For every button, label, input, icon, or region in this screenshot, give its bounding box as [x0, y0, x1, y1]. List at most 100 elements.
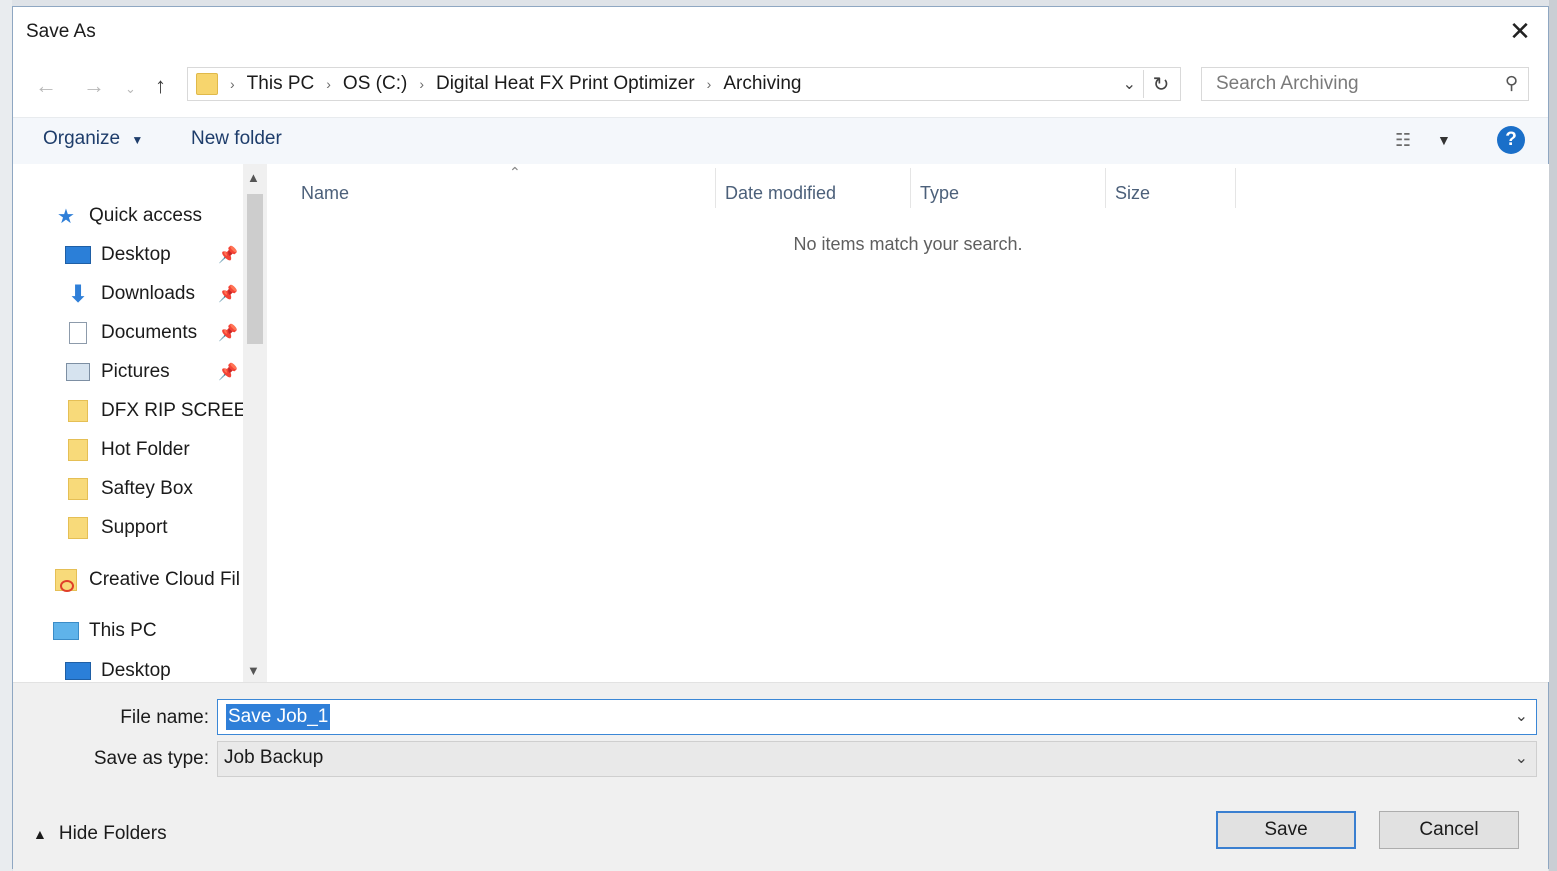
- sidebar-item-label: Saftey Box: [101, 478, 193, 499]
- column-header-size[interactable]: Size: [1115, 174, 1150, 212]
- folder-icon: [68, 439, 88, 461]
- download-icon: ⬇: [67, 280, 89, 308]
- save-options-panel: File name: Save Job_1 ⌄ Save as type: Jo…: [13, 682, 1548, 871]
- column-divider[interactable]: [715, 168, 716, 208]
- save-as-type-label: Save as type:: [93, 748, 209, 769]
- chevron-down-icon[interactable]: ⌄: [1515, 748, 1528, 768]
- pin-icon[interactable]: 📌: [218, 284, 238, 304]
- sidebar-item-desktop[interactable]: Desktop: [65, 239, 171, 271]
- recent-locations-chevron-icon[interactable]: ⌄: [125, 81, 136, 97]
- pin-icon[interactable]: 📌: [218, 245, 238, 265]
- hide-folders-button[interactable]: ▲ Hide Folders: [33, 823, 167, 845]
- forward-arrow-icon[interactable]: →: [83, 73, 105, 99]
- save-as-type-value: Job Backup: [224, 747, 324, 768]
- refresh-icon[interactable]: ↻: [1143, 70, 1178, 98]
- dialog-title: Save As: [26, 21, 96, 42]
- navigation-pane: ★ Quick access Desktop 📌 ⬇ Downloads 📌 D…: [13, 164, 267, 682]
- empty-results-message: No items match your search.: [793, 234, 1023, 254]
- caret-down-icon[interactable]: ▼: [1437, 132, 1451, 148]
- breadcrumb-digital-heat[interactable]: Digital Heat FX Print Optimizer: [436, 73, 695, 95]
- column-header-name[interactable]: Name: [301, 174, 349, 212]
- sort-ascending-icon: ⌃: [509, 164, 521, 180]
- organize-label: Organize: [43, 128, 121, 149]
- pin-icon[interactable]: 📌: [218, 362, 238, 382]
- sidebar-item-creative-cloud[interactable]: Creative Cloud Fil: [53, 564, 240, 596]
- sidebar-item-this-pc-desktop[interactable]: Desktop: [65, 655, 171, 682]
- chevron-down-icon[interactable]: ▼: [247, 663, 260, 678]
- desktop-icon: [65, 246, 91, 264]
- file-name-value[interactable]: Save Job_1: [226, 704, 331, 730]
- sidebar-item-hot-folder[interactable]: Hot Folder: [65, 434, 190, 466]
- breadcrumb-separator-icon[interactable]: ›: [707, 76, 712, 92]
- sidebar-item-quick-access[interactable]: ★ Quick access: [53, 200, 202, 232]
- star-icon: ★: [57, 205, 75, 228]
- cancel-button[interactable]: Cancel: [1379, 811, 1519, 849]
- new-folder-button[interactable]: New folder: [191, 128, 282, 150]
- save-as-dialog: Save As ✕ ← → ⌄ ↑ › This PC › OS (C:) › …: [12, 6, 1549, 871]
- folder-icon: [68, 517, 88, 539]
- computer-icon: [53, 622, 79, 640]
- sidebar-item-label: DFX RIP SCREEN: [101, 400, 261, 421]
- help-icon[interactable]: ?: [1497, 126, 1525, 154]
- navigation-bar: ← → ⌄ ↑ › This PC › OS (C:) › Digital He…: [13, 59, 1548, 117]
- back-arrow-icon[interactable]: ←: [35, 73, 57, 99]
- sidebar-item-label: Desktop: [101, 660, 171, 681]
- column-divider[interactable]: [910, 168, 911, 208]
- breadcrumb-separator-icon[interactable]: ›: [326, 76, 331, 92]
- title-bar: Save As ✕: [13, 7, 1548, 57]
- breadcrumb-this-pc[interactable]: This PC: [247, 73, 315, 95]
- save-button[interactable]: Save: [1216, 811, 1356, 849]
- background-window-edge-right: [1549, 0, 1557, 871]
- creative-cloud-folder-icon: [55, 569, 77, 592]
- hide-folders-label: Hide Folders: [58, 823, 167, 844]
- sidebar-item-saftey-box[interactable]: Saftey Box: [65, 473, 193, 505]
- breadcrumb-separator-icon[interactable]: ›: [230, 76, 235, 92]
- search-input[interactable]: [1214, 68, 1488, 100]
- column-divider[interactable]: [1235, 168, 1236, 208]
- column-header-type[interactable]: Type: [920, 174, 959, 212]
- organize-button[interactable]: Organize ▼: [43, 128, 143, 150]
- view-options-icon[interactable]: ☷: [1395, 130, 1411, 151]
- sidebar-item-label: Downloads: [101, 283, 195, 304]
- sidebar-item-pictures[interactable]: Pictures: [65, 356, 170, 388]
- save-as-type-select[interactable]: Job Backup ⌄: [217, 741, 1537, 777]
- chevron-down-icon[interactable]: ⌄: [1123, 74, 1136, 94]
- file-list: ⌃ Name Date modified Type Size No items …: [267, 164, 1549, 682]
- close-button[interactable]: ✕: [1500, 13, 1540, 49]
- caret-down-icon: ▼: [131, 133, 144, 147]
- sidebar-item-support[interactable]: Support: [65, 512, 168, 544]
- sidebar-item-documents[interactable]: Documents: [65, 317, 197, 349]
- sidebar-item-label: Desktop: [101, 244, 171, 265]
- breadcrumb-separator-icon[interactable]: ›: [419, 76, 424, 92]
- pin-icon[interactable]: 📌: [218, 323, 238, 343]
- command-bar: Organize ▼ New folder ☷ ▼ ?: [13, 117, 1548, 165]
- file-name-field[interactable]: Save Job_1 ⌄: [217, 699, 1537, 735]
- sidebar-item-label: Pictures: [101, 361, 170, 382]
- close-icon: ✕: [1509, 15, 1531, 46]
- search-icon[interactable]: ⚲: [1505, 73, 1518, 94]
- sidebar-item-downloads[interactable]: ⬇ Downloads: [65, 278, 195, 310]
- search-box: ⚲: [1201, 67, 1529, 101]
- column-header-date-modified[interactable]: Date modified: [725, 174, 836, 212]
- documents-icon: [69, 322, 87, 344]
- chevron-up-icon[interactable]: ▲: [247, 170, 260, 185]
- pictures-icon: [66, 363, 90, 381]
- chevron-up-icon: ▲: [33, 826, 47, 842]
- address-bar[interactable]: › This PC › OS (C:) › Digital Heat FX Pr…: [187, 67, 1181, 101]
- folder-icon: [68, 400, 88, 422]
- sidebar-item-label: This PC: [89, 620, 157, 641]
- sidebar-item-this-pc[interactable]: This PC: [53, 615, 157, 647]
- desktop-icon: [65, 662, 91, 680]
- column-divider[interactable]: [1105, 168, 1106, 208]
- sidebar-item-label: Support: [101, 517, 168, 538]
- folder-icon: [196, 73, 218, 95]
- sidebar-item-label: Hot Folder: [101, 439, 190, 460]
- breadcrumb-archiving[interactable]: Archiving: [723, 73, 801, 95]
- navigation-pane-scrollbar[interactable]: ▲ ▼: [243, 164, 267, 682]
- sidebar-item-dfx-rip-screen[interactable]: DFX RIP SCREEN: [65, 395, 260, 427]
- up-arrow-icon[interactable]: ↑: [155, 73, 166, 99]
- chevron-down-icon[interactable]: ⌄: [1515, 706, 1528, 726]
- breadcrumb-os-c[interactable]: OS (C:): [343, 73, 407, 95]
- sidebar-item-label: Documents: [101, 322, 198, 343]
- scrollbar-thumb[interactable]: [247, 194, 263, 344]
